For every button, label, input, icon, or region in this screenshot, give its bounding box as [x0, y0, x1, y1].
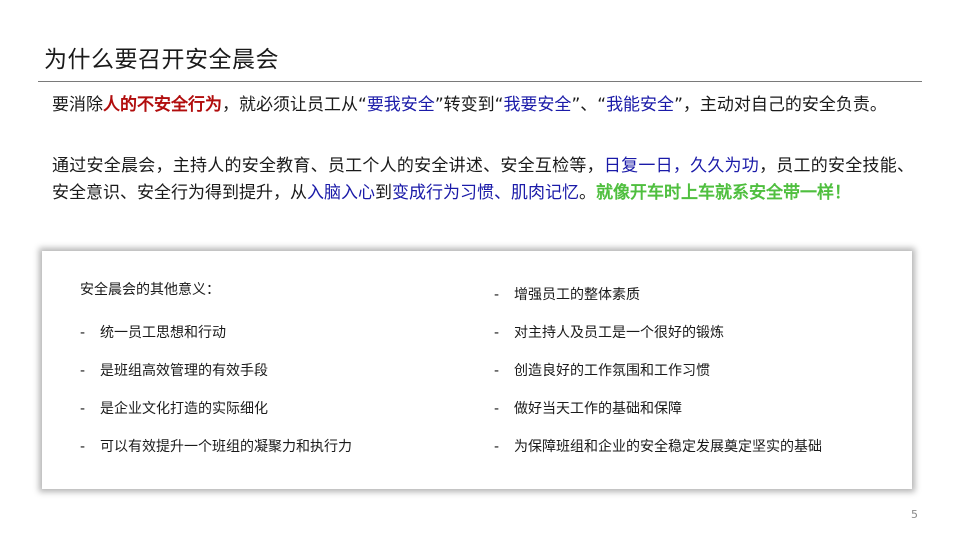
list-item-text: 是班组高效管理的有效手段 — [100, 363, 268, 379]
list-item-text: 为保障班组和企业的安全稳定发展奠定坚实的基础 — [514, 439, 822, 455]
list-item-text: 对主持人及员工是一个很好的锻炼 — [514, 325, 724, 341]
list-item-text: 统一员工思想和行动 — [100, 325, 226, 341]
title-divider — [38, 81, 922, 82]
list-item: - 做好当天工作的基础和保障 — [494, 399, 822, 437]
p1-emphasis-1: 要我安全 — [366, 95, 435, 115]
p2-emphasis-3: 变成行为习惯、肌肉记忆 — [392, 183, 579, 203]
p1-text-2: ，就必须让员工从“ — [222, 95, 367, 115]
p1-text-3: ”转变到“ — [434, 95, 504, 115]
p2-text-3: 到 — [375, 183, 392, 203]
list-item: - 为保障班组和企业的安全稳定发展奠定坚实的基础 — [494, 437, 822, 475]
list-item: - 创造良好的工作氛围和工作习惯 — [494, 361, 822, 399]
p1-text-1: 要消除 — [52, 95, 103, 115]
p2-emphasis-2: 入脑入心 — [307, 183, 375, 203]
slide-title: 为什么要召开安全晨会 — [44, 47, 279, 73]
list-item: - 对主持人及员工是一个很好的锻炼 — [494, 323, 822, 361]
p2-emphasis-seatbelt: 就像开车时上车就系安全带一样！ — [596, 183, 851, 203]
bullet-dash: - — [494, 401, 500, 417]
right-list: - 增强员工的整体素质 - 对主持人及员工是一个很好的锻炼 - 创造良好的工作氛围和工… — [494, 285, 822, 475]
bullet-dash: - — [494, 287, 500, 303]
list-item-text: 做好当天工作的基础和保障 — [514, 401, 682, 417]
list-item-text: 增强员工的整体素质 — [514, 287, 640, 303]
left-list: - 统一员工思想和行动 - 是班组高效管理的有效手段 - 是企业文化打造的实际细化 -… — [80, 323, 352, 475]
page-number: 5 — [911, 508, 918, 521]
list-item: - 统一员工思想和行动 — [80, 323, 352, 361]
list-item-text: 是企业文化打造的实际细化 — [100, 401, 268, 417]
list-item: - 可以有效提升一个班组的凝聚力和执行力 — [80, 437, 352, 475]
p2-text-4: 。 — [579, 183, 596, 203]
p2-text-1: 通过安全晨会，主持人的安全教育、员工个人的安全讲述、安全互检等， — [52, 156, 604, 176]
bullet-dash: - — [80, 363, 86, 379]
list-item-text: 可以有效提升一个班组的凝聚力和执行力 — [100, 439, 352, 455]
panel-intro: 安全晨会的其他意义： — [80, 282, 220, 298]
list-item: - 增强员工的整体素质 — [494, 285, 822, 323]
other-meanings-panel: 安全晨会的其他意义： - 统一员工思想和行动 - 是班组高效管理的有效手段 - 是企业… — [42, 251, 912, 489]
list-item-text: 创造良好的工作氛围和工作习惯 — [514, 363, 710, 379]
bullet-dash: - — [494, 439, 500, 455]
p2-emphasis-1: 日复一日，久久为功 — [603, 156, 760, 176]
bullet-dash: - — [80, 325, 86, 341]
p1-text-5: ”，主动对自己的安全负责。 — [674, 95, 887, 115]
bullet-dash: - — [80, 439, 86, 455]
bullet-dash: - — [494, 363, 500, 379]
list-item: - 是企业文化打造的实际细化 — [80, 399, 352, 437]
p1-emphasis-2: 我要安全 — [503, 95, 572, 115]
bullet-dash: - — [494, 325, 500, 341]
paragraph-intro: 要消除人的不安全行为，就必须让员工从“要我安全”转变到“我要安全”、“我能安全”… — [52, 92, 914, 119]
paragraph-morning-meeting: 通过安全晨会，主持人的安全教育、员工个人的安全讲述、安全互检等，日复一日，久久为… — [52, 153, 914, 207]
p1-text-4: ”、“ — [571, 95, 607, 115]
bullet-dash: - — [80, 401, 86, 417]
p1-emphasis-3: 我能安全 — [606, 95, 675, 115]
list-item: - 是班组高效管理的有效手段 — [80, 361, 352, 399]
p1-emphasis-unsafe-behavior: 人的不安全行为 — [103, 95, 222, 115]
